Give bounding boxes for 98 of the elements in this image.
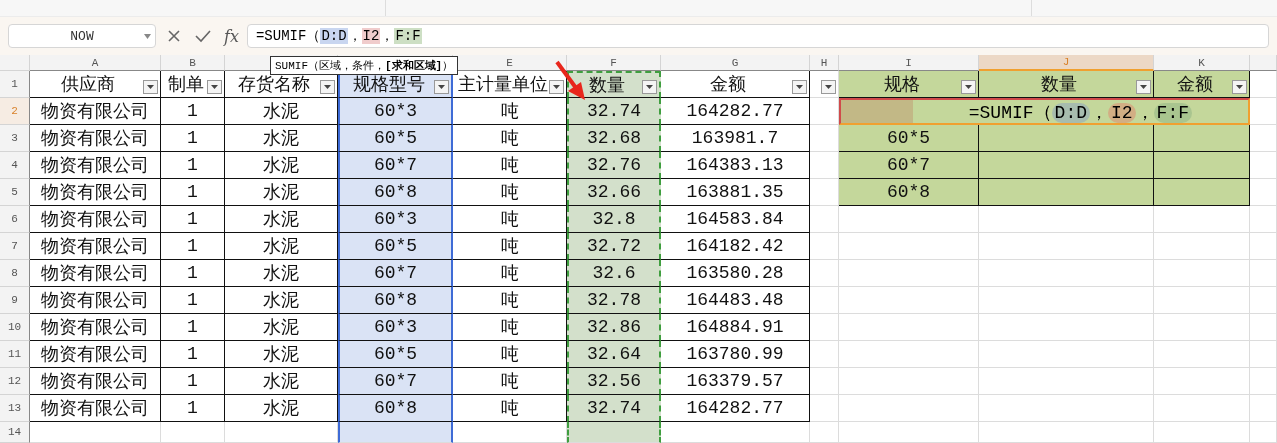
table-cell: 1 [187, 317, 198, 337]
table-cell: 60*3 [373, 209, 418, 229]
table-cell: 164483.48 [686, 290, 784, 310]
table-cell: 163379.57 [686, 371, 784, 391]
column-header: 供应商 [61, 74, 115, 96]
table-cell: 60*8 [373, 290, 418, 310]
table-cell: 1 [187, 263, 198, 283]
table-cell: 32.66 [587, 182, 641, 202]
table-cell-text: 水泥 [263, 371, 299, 393]
table-cell: 164884.91 [686, 317, 784, 337]
column-header: 规格 [883, 74, 920, 96]
table-cell: 60*5 [373, 236, 418, 256]
column-header: 数量 [589, 75, 625, 97]
table-cell-text: 水泥 [263, 317, 299, 339]
table-cell: 32.78 [587, 290, 641, 310]
table-cell-text: 水泥 [263, 344, 299, 366]
table-cell: 32.76 [587, 155, 641, 175]
table-cell: 164282.77 [686, 101, 784, 121]
table-cell-text: 水泥 [263, 155, 299, 177]
table-cell-text: 物资有限公司 [41, 290, 149, 312]
table-cell: 32.68 [587, 128, 641, 148]
table-cell: 164282.77 [686, 398, 784, 418]
table-cell: 1 [187, 398, 198, 418]
column-header: 主计量单位 [457, 74, 548, 96]
table-cell: 32.6 [592, 263, 636, 283]
table-cell-text: 水泥 [263, 236, 299, 258]
table-cell: 32.64 [587, 344, 641, 364]
table-cell: 60*7 [373, 155, 418, 175]
table-cell: 32.74 [587, 101, 641, 121]
table-cell-text: 吨 [500, 101, 519, 123]
table-cell-text: 物资有限公司 [41, 182, 149, 204]
column-header: 数量 [1041, 74, 1077, 96]
table-cell: 32.8 [592, 209, 636, 229]
table-cell: 163981.7 [691, 128, 779, 148]
table-cell-text: 物资有限公司 [41, 344, 149, 366]
table-cell-text: 吨 [500, 128, 519, 150]
table-cell: 1 [187, 371, 198, 391]
table-cell-text: 水泥 [263, 101, 299, 123]
column-header: 金额 [710, 74, 746, 96]
table-cell-text: 水泥 [263, 182, 299, 204]
table-cell: 1 [187, 344, 198, 364]
table-cell-text: 吨 [500, 236, 519, 258]
table-cell: 1 [187, 209, 198, 229]
table-cell-text: 物资有限公司 [41, 101, 149, 123]
table-cell: 1 [187, 236, 198, 256]
table-cell-text: 物资有限公司 [41, 128, 149, 150]
column-header: 金额 [1176, 74, 1213, 96]
column-header: 制单 [167, 74, 204, 96]
table-cell: 60*7 [886, 155, 931, 175]
table-cell-text: 物资有限公司 [41, 209, 149, 231]
table-cell: 164182.42 [686, 236, 784, 256]
table-cell: 32.86 [587, 317, 641, 337]
table-cell-text: 吨 [500, 398, 519, 420]
column-header: 存货名称 [238, 74, 310, 96]
table-cell-text: 物资有限公司 [41, 155, 149, 177]
table-cell: 60*8 [886, 182, 931, 202]
table-cell-text: 水泥 [263, 128, 299, 150]
table-cell-text: 吨 [500, 290, 519, 312]
table-cell-text: 吨 [500, 155, 519, 177]
table-cell: 60*5 [373, 128, 418, 148]
table-cell-text: 物资有限公司 [41, 317, 149, 339]
function-tooltip: SUMIF（区域，条件，[求和区域]） [270, 56, 459, 75]
table-cell: 60*5 [373, 344, 418, 364]
table-cell: 32.56 [587, 371, 641, 391]
table-cell: 60*7 [373, 263, 418, 283]
table-cell: 32.72 [587, 236, 641, 256]
table-cell-text: 水泥 [263, 263, 299, 285]
table-cell: 60*8 [373, 398, 418, 418]
table-cell-text: 物资有限公司 [41, 398, 149, 420]
table-cell: 60*3 [373, 317, 418, 337]
table-cell: 164583.84 [686, 209, 784, 229]
table-cell: 1 [187, 101, 198, 121]
table-cell: 163580.28 [686, 263, 784, 283]
table-cell-text: 水泥 [263, 209, 299, 231]
table-cell-text: 水泥 [263, 398, 299, 420]
table-cell: 1 [187, 182, 198, 202]
table-cell: 60*7 [373, 371, 418, 391]
table-cell: 1 [187, 155, 198, 175]
table-cell-text: 吨 [500, 182, 519, 204]
table-cell-text: 吨 [500, 263, 519, 285]
table-cell: 60*5 [886, 128, 931, 148]
table-cell: 163780.99 [686, 344, 784, 364]
table-cell-text: 吨 [500, 344, 519, 366]
column-header: 规格型号 [352, 74, 425, 96]
table-cell: 1 [187, 128, 198, 148]
table-cell-text: 物资有限公司 [41, 371, 149, 393]
table-cell: 1 [187, 290, 198, 310]
table-cell: 60*8 [373, 182, 418, 202]
table-cell-text: 吨 [500, 371, 519, 393]
table-cell-text: 物资有限公司 [41, 236, 149, 258]
table-cell: 164383.13 [686, 155, 784, 175]
table-cell-text: 吨 [500, 209, 519, 231]
table-cell: 163881.35 [686, 182, 784, 202]
table-cell-text: 水泥 [263, 290, 299, 312]
table-cell: 32.74 [587, 398, 641, 418]
table-cell: 60*3 [373, 101, 418, 121]
table-cell-text: 物资有限公司 [41, 263, 149, 285]
table-cell-text: 吨 [500, 317, 519, 339]
